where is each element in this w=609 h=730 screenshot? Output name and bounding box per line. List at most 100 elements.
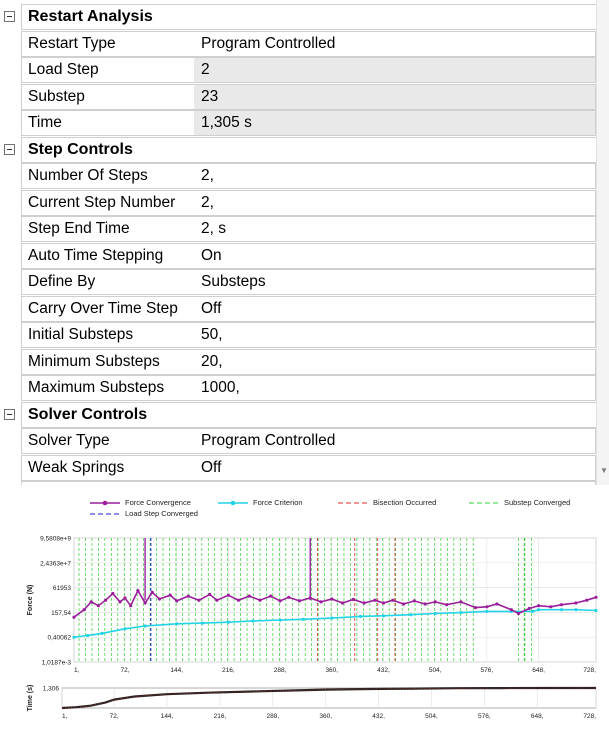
force-convergence-series-point bbox=[186, 594, 190, 598]
property-name: Solver Type bbox=[28, 432, 110, 449]
property-value-cell[interactable]: On bbox=[194, 242, 596, 269]
property-value-cell[interactable]: 2, s bbox=[194, 216, 596, 242]
property-name-cell: Weak Springs bbox=[21, 454, 195, 481]
force-criterion-series-point bbox=[72, 635, 76, 639]
legend-label: Force Criterion bbox=[253, 498, 303, 507]
property-row[interactable]: Auto Time Stepping On bbox=[0, 242, 596, 269]
property-value-cell[interactable]: Program Controlled bbox=[194, 30, 596, 57]
force-convergence-series-point bbox=[433, 600, 437, 604]
force-convergence-series-point bbox=[278, 599, 282, 603]
property-row[interactable]: Initial Substeps 50, bbox=[0, 322, 596, 348]
force-convergence-series-point bbox=[175, 599, 179, 603]
property-row[interactable]: Time 1,305 s bbox=[0, 110, 596, 136]
y-tick-label: 9,5808e+9 bbox=[40, 536, 71, 543]
y-axis-label: Force (N) bbox=[27, 585, 34, 616]
property-value-cell[interactable]: 20, bbox=[194, 348, 596, 375]
force-convergence-series-point bbox=[402, 602, 406, 606]
property-value-cell[interactable]: Substeps bbox=[194, 269, 596, 295]
property-row[interactable]: Load Step 2 bbox=[0, 57, 596, 83]
force-convergence-series-point bbox=[123, 596, 127, 600]
property-value: Program Controlled bbox=[201, 432, 336, 449]
property-value: Program Controlled bbox=[201, 34, 336, 52]
property-value-cell[interactable]: 2, bbox=[194, 163, 596, 189]
force-convergence-series-point bbox=[215, 598, 219, 602]
force-convergence-series-point bbox=[236, 598, 240, 602]
force-convergence-series-point bbox=[549, 605, 553, 609]
force-convergence-series-point bbox=[89, 600, 93, 604]
property-value-cell: 1,305 s bbox=[194, 110, 596, 136]
property-row[interactable]: Maximum Substeps 1000, bbox=[0, 375, 596, 401]
property-row[interactable]: Restart Type Program Controlled bbox=[0, 30, 596, 57]
force-convergence-series-point bbox=[319, 600, 323, 604]
property-name-cell: Time bbox=[21, 110, 195, 136]
property-name: Step End Time bbox=[28, 220, 130, 237]
property-name-cell: Auto Time Stepping bbox=[21, 242, 195, 269]
property-value-cell: 2 bbox=[194, 57, 596, 83]
force-convergence-series-point bbox=[136, 589, 140, 593]
property-row[interactable]: Carry Over Time Step Off bbox=[0, 295, 596, 322]
property-name: Substep bbox=[28, 87, 85, 105]
force-convergence-series-point bbox=[340, 601, 345, 605]
force-convergence-series-point bbox=[258, 598, 262, 602]
property-row[interactable]: Define By Substeps bbox=[0, 269, 596, 295]
force-criterion-series-point bbox=[143, 624, 147, 628]
group-header[interactable]: Solver Controls bbox=[21, 401, 596, 428]
property-row-partial bbox=[0, 481, 596, 485]
property-row[interactable]: Minimum Substeps 20, bbox=[0, 348, 596, 375]
y-tick-label: 61953 bbox=[53, 585, 71, 592]
solution-charts: Force Convergence Force Criterion Bisectio… bbox=[0, 492, 609, 730]
group-header[interactable]: Restart Analysis bbox=[21, 4, 596, 30]
force-convergence-series-point bbox=[509, 608, 513, 612]
force-convergence-series-point bbox=[143, 601, 147, 605]
property-row[interactable]: Substep 23 bbox=[0, 83, 596, 110]
property-value-cell[interactable]: Program Controlled bbox=[194, 428, 596, 454]
legend-label: Bisection Occurred bbox=[373, 498, 437, 507]
property-value-cell[interactable]: Off bbox=[194, 295, 596, 322]
legend-item: Force Criterion bbox=[216, 498, 303, 507]
property-name: Weak Springs bbox=[28, 458, 125, 476]
force-convergence-series-point bbox=[445, 603, 449, 607]
property-row[interactable]: Step End Time 2, s bbox=[0, 216, 596, 242]
property-value: Substeps bbox=[201, 273, 266, 290]
property-name-cell: Restart Type bbox=[21, 30, 195, 57]
force-convergence-series-point bbox=[118, 600, 122, 604]
time-plot-area bbox=[61, 687, 597, 709]
legend-item: Substep Converged bbox=[467, 498, 570, 507]
force-criterion-series-point bbox=[537, 608, 541, 612]
property-name-cell: Initial Substeps bbox=[21, 322, 195, 348]
property-row[interactable]: Number Of Steps 2, bbox=[0, 163, 596, 189]
property-row[interactable]: Current Step Number 2, bbox=[0, 189, 596, 216]
property-value-cell[interactable]: Off bbox=[194, 454, 596, 481]
force-convergence-series-point bbox=[72, 615, 76, 619]
group-step-controls: Step Controls bbox=[0, 136, 596, 163]
property-value-cell[interactable]: 1000, bbox=[194, 375, 596, 401]
property-name: Define By bbox=[28, 273, 96, 290]
scroll-down-icon[interactable]: ▼ bbox=[600, 466, 608, 475]
force-convergence-series-point bbox=[585, 598, 589, 602]
property-value: 23 bbox=[201, 87, 219, 105]
property-name-cell: Current Step Number bbox=[21, 189, 195, 216]
force-criterion-series-point bbox=[100, 631, 104, 635]
force-convergence-series-point bbox=[485, 605, 489, 609]
property-row[interactable]: Weak Springs Off bbox=[0, 454, 596, 481]
group-header[interactable]: Step Controls bbox=[21, 136, 596, 163]
legend-swatch bbox=[90, 513, 120, 515]
force-criterion-series-point bbox=[301, 617, 305, 621]
property-value-cell: 23 bbox=[194, 83, 596, 110]
property-name-cell: Number Of Steps bbox=[21, 163, 195, 189]
force-criterion-series-point bbox=[123, 627, 127, 631]
collapse-icon[interactable] bbox=[4, 408, 15, 420]
property-row[interactable]: Solver Type Program Controlled bbox=[0, 428, 596, 454]
property-value-cell[interactable]: 2, bbox=[194, 189, 596, 216]
collapse-icon[interactable] bbox=[4, 11, 15, 22]
force-convergence-series-point bbox=[527, 606, 531, 611]
property-value: Off bbox=[201, 299, 222, 317]
force-convergence-chart[interactable]: 9,5808e+9 2,4363e+7 61953 157,54 0,40062 1,01… bbox=[0, 524, 609, 684]
force-convergence-series-point bbox=[297, 599, 302, 603]
property-value-cell[interactable]: 50, bbox=[194, 322, 596, 348]
property-name-cell: Define By bbox=[21, 269, 195, 295]
vertical-scrollbar[interactable]: ▼ bbox=[596, 0, 609, 485]
collapse-icon[interactable] bbox=[4, 143, 15, 155]
property-name-cell bbox=[21, 481, 195, 485]
time-chart[interactable]: 1,306 Time (s) 1, 72, 144, 216, 288, 360, 432, 50… bbox=[0, 672, 609, 730]
